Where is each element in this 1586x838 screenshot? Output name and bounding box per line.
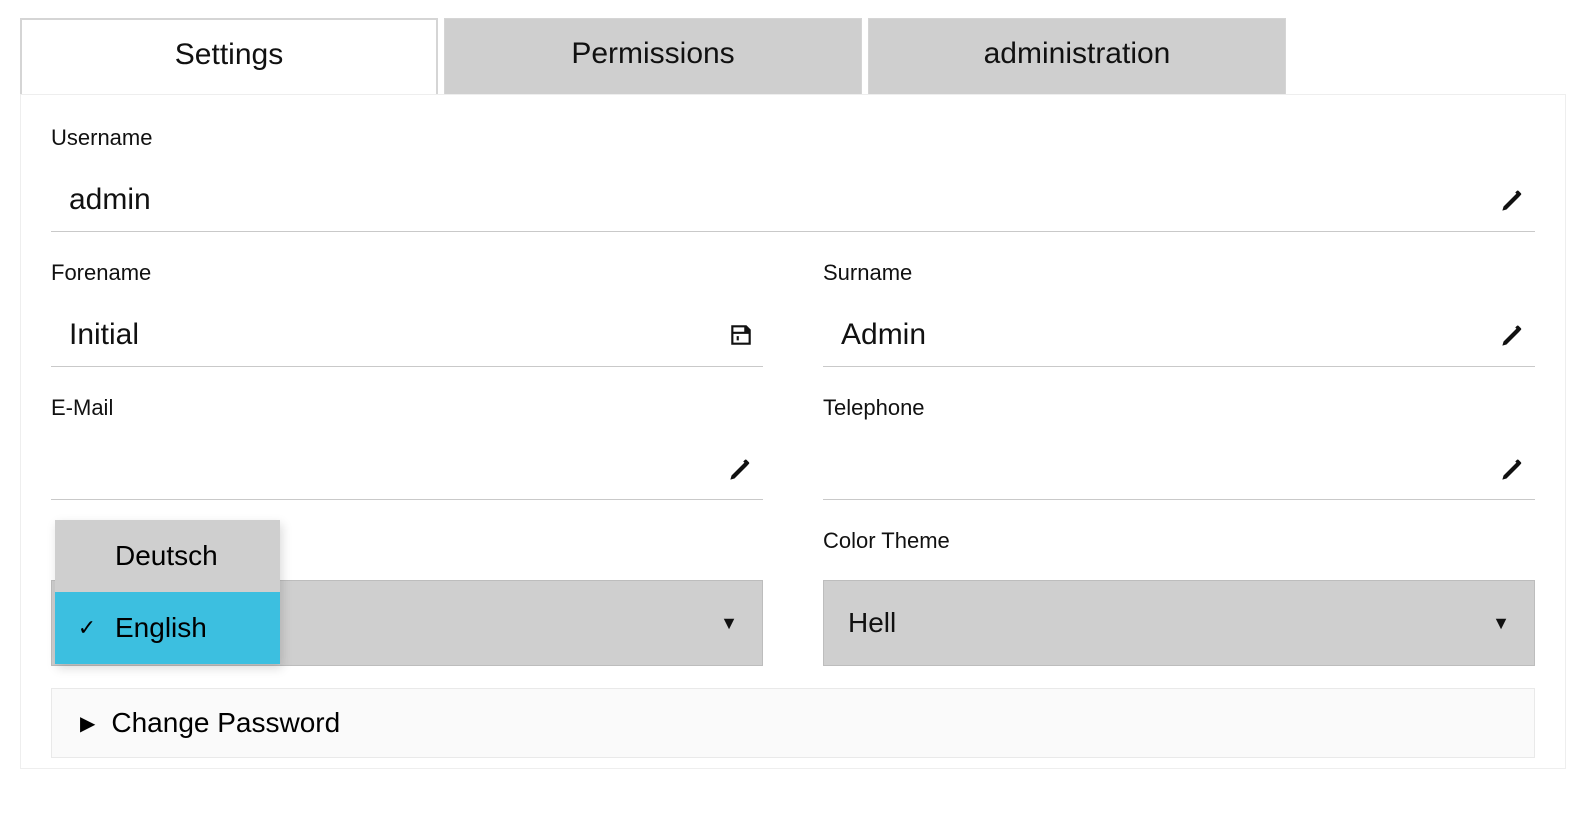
language-option-deutsch[interactable]: Deutsch bbox=[55, 520, 280, 592]
pencil-icon[interactable] bbox=[1497, 319, 1529, 351]
triangle-right-icon: ▶ bbox=[80, 711, 95, 736]
tab-administration[interactable]: administration bbox=[868, 18, 1286, 94]
forename-value: Initial bbox=[69, 318, 139, 352]
settings-panel: Username admin Forename Initial Surname … bbox=[20, 94, 1566, 769]
username-value: admin bbox=[69, 183, 151, 217]
color-theme-select[interactable]: Hell ▼ bbox=[823, 580, 1535, 666]
tab-permissions[interactable]: Permissions bbox=[444, 18, 862, 94]
pencil-icon[interactable] bbox=[725, 453, 757, 485]
username-field-row: admin bbox=[51, 177, 1535, 232]
language-option-label: Deutsch bbox=[115, 540, 218, 572]
caret-down-icon: ▼ bbox=[1492, 613, 1510, 634]
caret-down-icon: ▼ bbox=[720, 613, 738, 634]
username-label: Username bbox=[51, 125, 1535, 151]
pencil-icon[interactable] bbox=[1497, 184, 1529, 216]
telephone-label: Telephone bbox=[823, 395, 1535, 421]
forename-label: Forename bbox=[51, 260, 763, 286]
forename-field-row: Initial bbox=[51, 312, 763, 367]
color-theme-label: Color Theme bbox=[823, 528, 1535, 554]
surname-label: Surname bbox=[823, 260, 1535, 286]
email-field-row bbox=[51, 447, 763, 500]
tabs-bar: Settings Permissions administration bbox=[20, 18, 1566, 94]
surname-value: Admin bbox=[841, 318, 926, 352]
language-dropdown-popup: Deutsch ✓ English bbox=[55, 520, 280, 664]
change-password-label: Change Password bbox=[111, 707, 340, 739]
save-icon[interactable] bbox=[725, 319, 757, 351]
language-option-label: English bbox=[115, 612, 207, 644]
change-password-row[interactable]: ▶ Change Password bbox=[51, 688, 1535, 758]
telephone-field-row bbox=[823, 447, 1535, 500]
email-label: E-Mail bbox=[51, 395, 763, 421]
surname-field-row: Admin bbox=[823, 312, 1535, 367]
pencil-icon[interactable] bbox=[1497, 453, 1529, 485]
tab-settings[interactable]: Settings bbox=[20, 18, 438, 94]
language-option-english[interactable]: ✓ English bbox=[55, 592, 280, 664]
check-icon: ✓ bbox=[77, 615, 97, 641]
color-theme-selected-value: Hell bbox=[848, 607, 896, 639]
